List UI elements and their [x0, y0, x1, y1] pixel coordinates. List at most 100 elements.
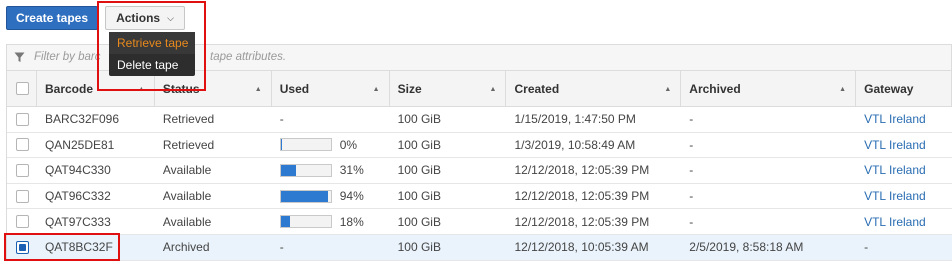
sort-icon: ▲	[372, 86, 380, 93]
archived-cell: -	[689, 137, 694, 152]
row-select-cell	[7, 184, 37, 209]
used-cell: 94%	[272, 184, 390, 209]
create-tapes-button[interactable]: Create tapes	[6, 6, 98, 30]
row-select-cell	[7, 133, 37, 158]
column-header-barcode[interactable]: Barcode ▲	[37, 71, 155, 106]
archived-cell: 2/5/2019, 8:58:18 AM	[689, 240, 804, 255]
chevron-down-icon: ⌵	[167, 12, 174, 23]
column-header-used[interactable]: Used ▲	[272, 71, 390, 106]
status-cell: Available	[162, 189, 212, 204]
sort-icon: ▲	[839, 86, 847, 93]
table-row[interactable]: BARC32F096 Retrieved - 100 GiB 1/15/2019, 1:…	[7, 107, 952, 133]
table-header: Barcode ▲ Status ▲ Used ▲ Size ▲ Created…	[7, 71, 952, 107]
column-header-archived[interactable]: Archived ▲	[681, 71, 857, 106]
status-cell: Archived	[162, 240, 210, 255]
used-cell: -	[272, 107, 390, 132]
actions-label: Actions	[116, 11, 161, 25]
usage-progress-bar	[279, 189, 332, 203]
archived-cell: -	[689, 189, 694, 204]
usage-progress-fill	[280, 139, 282, 151]
filter-placeholder-start: Filter by barc	[34, 51, 101, 63]
column-header-label: Archived	[689, 81, 741, 96]
sort-icon: ▲	[664, 86, 672, 93]
usage-progress-bar	[279, 215, 332, 229]
row-checkbox[interactable]	[16, 112, 29, 126]
sort-icon: ▲	[254, 86, 262, 93]
table-row[interactable]: QAT8BC32F Archived - 100 GiB 12/12/2018, 10:…	[7, 234, 952, 261]
created-cell: 1/15/2019, 1:47:50 PM	[514, 112, 636, 127]
size-cell: 100 GiB	[397, 163, 441, 178]
used-percent: 18%	[339, 214, 364, 229]
table-row[interactable]: QAN25DE81 Retrieved 0% 100 GiB 1/3/2019, 10:…	[7, 132, 952, 159]
status-cell: Available	[162, 163, 212, 178]
column-header-label: Status	[162, 81, 200, 96]
used-value: -	[279, 112, 284, 127]
column-header-label: Created	[514, 81, 560, 96]
row-checkbox[interactable]	[16, 215, 29, 229]
row-checkbox[interactable]	[16, 240, 29, 254]
table-row[interactable]: QAT97C333 Available 18% 100 GiB 12/12/2018, …	[7, 209, 952, 235]
gateway-link[interactable]: VTL Ireland	[856, 133, 952, 158]
gateway-link[interactable]: VTL Ireland	[856, 209, 952, 234]
menu-item-delete-tape[interactable]: Delete tape	[109, 54, 195, 76]
usage-progress-fill	[280, 164, 297, 176]
actions-dropdown-button[interactable]: Actions ⌵	[105, 6, 185, 30]
column-header-label: Used	[279, 81, 310, 96]
archived-cell: -	[689, 214, 694, 229]
used-percent: 0%	[339, 137, 358, 152]
column-header-label: Gateway	[864, 81, 914, 96]
row-checkbox[interactable]	[16, 189, 29, 203]
used-cell: 31%	[272, 158, 390, 183]
sort-icon: ▲	[489, 86, 497, 93]
sort-icon: ▲	[137, 86, 145, 93]
size-cell: 100 GiB	[397, 189, 441, 204]
column-header-label: Size	[397, 81, 422, 96]
usage-progress-fill	[280, 190, 328, 202]
used-percent: 31%	[339, 163, 364, 178]
row-select-cell	[7, 209, 37, 234]
tapes-table: Barcode ▲ Status ▲ Used ▲ Size ▲ Created…	[6, 70, 952, 261]
column-header-gateway[interactable]: Gateway	[856, 71, 952, 106]
gateway-link[interactable]: VTL Ireland	[856, 107, 952, 132]
column-header-created[interactable]: Created ▲	[506, 71, 682, 106]
barcode-cell: QAT94C330	[44, 163, 111, 178]
status-cell: Retrieved	[162, 137, 215, 152]
select-all-cell	[7, 71, 37, 106]
created-cell: 1/3/2019, 10:58:49 AM	[514, 137, 636, 152]
size-cell: 100 GiB	[397, 137, 441, 152]
size-cell: 100 GiB	[397, 214, 441, 229]
row-checkbox[interactable]	[16, 138, 29, 152]
usage-progress-bar	[279, 138, 332, 152]
usage-progress-fill	[280, 216, 290, 228]
barcode-cell: BARC32F096	[44, 112, 120, 127]
menu-item-retrieve-tape[interactable]: Retrieve tape	[109, 32, 195, 54]
gateway-link[interactable]: VTL Ireland	[856, 158, 952, 183]
archived-cell: -	[689, 163, 694, 178]
barcode-cell: QAN25DE81	[44, 137, 115, 152]
created-cell: 12/12/2018, 12:05:39 PM	[514, 214, 650, 229]
created-cell: 12/12/2018, 12:05:39 PM	[514, 163, 650, 178]
table-row[interactable]: QAT94C330 Available 31% 100 GiB 12/12/2018, …	[7, 158, 952, 184]
gateway-link[interactable]: VTL Ireland	[856, 184, 952, 209]
column-header-size[interactable]: Size ▲	[390, 71, 507, 106]
used-cell: 18%	[272, 209, 390, 234]
size-cell: 100 GiB	[397, 240, 441, 255]
used-cell: -	[272, 235, 390, 260]
created-cell: 12/12/2018, 10:05:39 AM	[514, 240, 649, 255]
barcode-cell: QAT97C333	[44, 214, 111, 229]
status-cell: Retrieved	[162, 112, 215, 127]
status-cell: Available	[162, 214, 212, 229]
used-cell: 0%	[272, 133, 390, 158]
row-select-cell	[7, 158, 37, 183]
select-all-checkbox[interactable]	[16, 82, 29, 95]
row-select-cell	[7, 107, 37, 132]
usage-progress-bar	[279, 163, 332, 177]
column-header-label: Barcode	[44, 81, 94, 96]
filter-placeholder-end: tape attributes.	[210, 51, 287, 63]
filter-icon	[14, 52, 25, 62]
row-checkbox[interactable]	[16, 163, 29, 177]
column-header-status[interactable]: Status ▲	[155, 71, 272, 106]
actions-menu: Retrieve tape Delete tape	[109, 32, 195, 76]
table-row[interactable]: QAT96C332 Available 94% 100 GiB 12/12/2018, …	[7, 183, 952, 210]
row-select-cell	[7, 235, 37, 260]
